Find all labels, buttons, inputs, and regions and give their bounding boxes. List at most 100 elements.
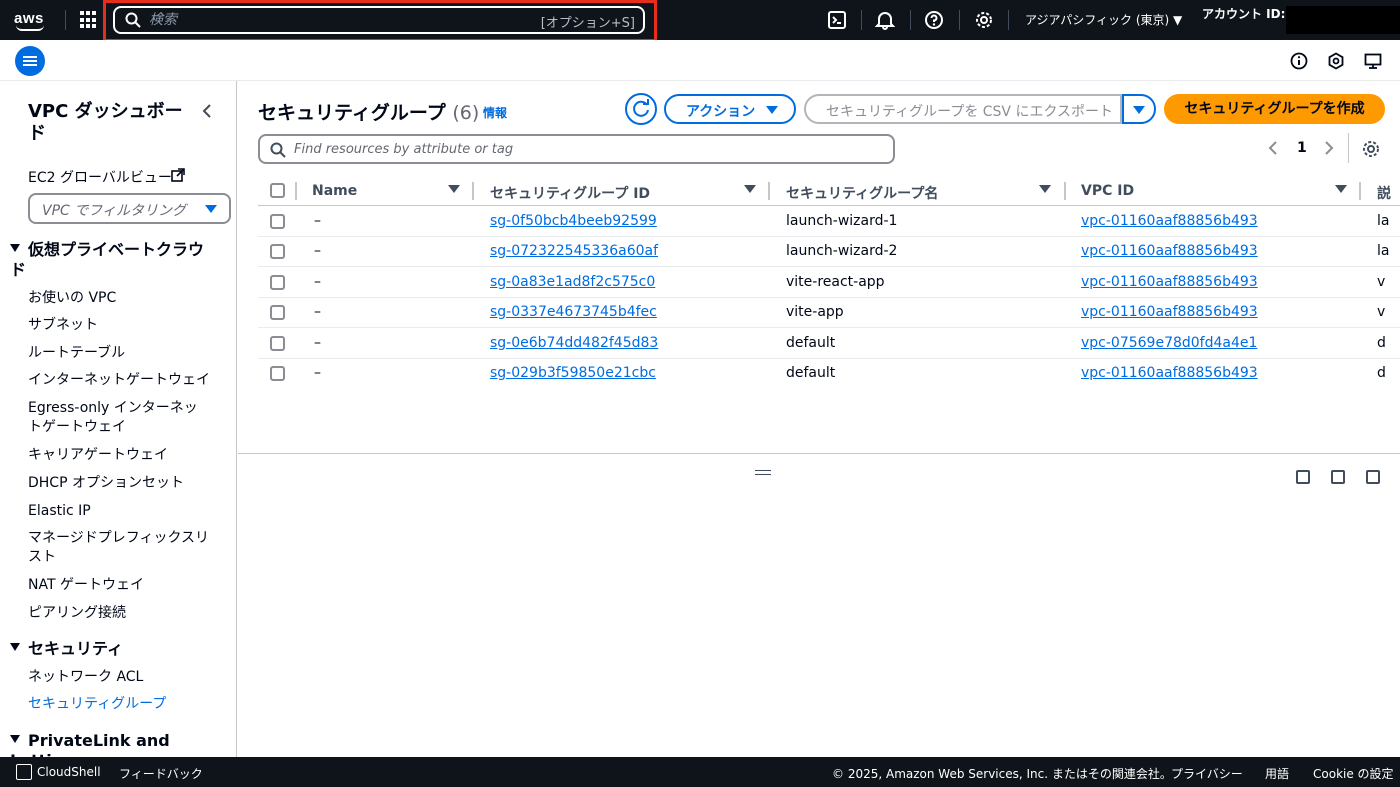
settings-gear-icon[interactable] <box>974 10 994 30</box>
sidebar-item-carrier-gateways[interactable]: キャリアゲートウェイ <box>28 446 218 465</box>
cell-vpc-id-link[interactable]: vpc-07569e78d0fd4a4e1 <box>1081 335 1257 351</box>
column-header-name[interactable]: Name <box>312 183 357 199</box>
resize-handle[interactable] <box>755 470 771 475</box>
divider <box>65 10 66 30</box>
sort-caret-icon[interactable] <box>1039 185 1051 193</box>
sidebar-item-egress-only-igw[interactable]: Egress-only インターネットゲートウェイ <box>28 399 208 437</box>
screen-feedback-icon[interactable] <box>1363 51 1383 71</box>
export-csv-button[interactable]: セキュリティグループを CSV にエクスポート <box>804 94 1122 124</box>
create-security-group-button[interactable]: セキュリティグループを作成 <box>1164 94 1385 124</box>
help-icon[interactable] <box>924 10 944 30</box>
account-label[interactable]: アカウント ID: <box>1202 5 1285 22</box>
footer-terms-link[interactable]: 用語 <box>1265 765 1289 782</box>
cell-name: – <box>314 243 321 259</box>
sidebar-item-dhcp-option-sets[interactable]: DHCP オプションセット <box>28 474 218 493</box>
sidebar-item-peering-connections[interactable]: ピアリング接続 <box>28 604 218 623</box>
sidebar-section-privatelink[interactable]: PrivateLink and Lattice <box>10 731 236 757</box>
chevron-left-icon[interactable] <box>1268 141 1278 155</box>
cell-sg-id-link[interactable]: sg-072322545336a60af <box>490 243 658 259</box>
vpc-filter-select[interactable]: VPC でフィルタリング <box>28 193 231 224</box>
table-row[interactable]: – sg-0f50bcb4beeb92599 launch-wizard-1 v… <box>258 207 1400 237</box>
footer-cloudshell-link[interactable]: CloudShell <box>37 765 101 779</box>
search-input[interactable] <box>149 10 529 30</box>
sidebar-item-network-acls[interactable]: ネットワーク ACL <box>28 668 218 687</box>
table-row[interactable]: – sg-0a83e1ad8f2c575c0 vite-react-app vp… <box>258 268 1400 298</box>
row-checkbox[interactable] <box>270 244 285 259</box>
footer-cookie-link[interactable]: Cookie の設定 <box>1313 765 1394 782</box>
cell-vpc-id-link[interactable]: vpc-01160aaf88856b493 <box>1081 365 1258 381</box>
notifications-bell-icon[interactable] <box>875 10 895 30</box>
cell-sg-id-link[interactable]: sg-0337e4673745b4fec <box>490 304 657 320</box>
sidebar-item-subnets[interactable]: サブネット <box>28 316 218 335</box>
services-grid-icon[interactable] <box>80 11 98 29</box>
footer-privacy-link[interactable]: プライバシー <box>1171 765 1243 782</box>
sidebar-section-security[interactable]: セキュリティ <box>10 639 123 659</box>
divider <box>959 10 960 30</box>
panel-side-icon[interactable] <box>1331 470 1345 484</box>
row-checkbox[interactable] <box>270 214 285 229</box>
security-hexagon-icon[interactable] <box>1326 51 1346 71</box>
sidebar-item-nat-gateways[interactable]: NAT ゲートウェイ <box>28 576 218 595</box>
cell-description: la <box>1377 243 1390 259</box>
row-checkbox[interactable] <box>270 336 285 351</box>
table-row[interactable]: – sg-0337e4673745b4fec vite-app vpc-0116… <box>258 298 1400 328</box>
global-search[interactable]: [オプション+S] <box>113 6 645 34</box>
row-checkbox[interactable] <box>270 275 285 290</box>
info-link[interactable]: 情報 <box>483 104 507 121</box>
actions-button[interactable]: アクション <box>664 94 796 124</box>
sort-caret-icon[interactable] <box>448 185 460 193</box>
sidebar-title[interactable]: VPC ダッシュボード <box>28 101 188 145</box>
region-selector[interactable]: アジアパシフィック (東京) ▼ <box>1025 11 1182 28</box>
aws-logo[interactable]: aws <box>14 8 50 32</box>
side-navigation-toggle[interactable] <box>15 46 45 76</box>
cell-sg-id-link[interactable]: sg-0a83e1ad8f2c575c0 <box>490 274 655 290</box>
export-dropdown-button[interactable] <box>1122 94 1156 124</box>
footer: CloudShell フィードバック © 2025, Amazon Web Se… <box>0 757 1400 787</box>
chevron-right-icon[interactable] <box>1324 141 1334 155</box>
cell-vpc-id-link[interactable]: vpc-01160aaf88856b493 <box>1081 213 1258 229</box>
column-header-sg-name[interactable]: セキュリティグループ名 <box>786 183 938 203</box>
current-page[interactable]: 1 <box>1297 140 1307 156</box>
cloudshell-icon[interactable] <box>827 10 847 30</box>
chevron-left-icon[interactable] <box>201 103 213 119</box>
select-all-checkbox[interactable] <box>270 183 285 198</box>
cloudshell-icon[interactable] <box>16 764 32 780</box>
sidebar-item-your-vpcs[interactable]: お使いの VPC <box>28 289 218 308</box>
table-row[interactable]: – sg-072322545336a60af launch-wizard-2 v… <box>258 237 1400 267</box>
cell-sg-id-link[interactable]: sg-0f50bcb4beeb92599 <box>490 213 657 229</box>
row-checkbox[interactable] <box>270 305 285 320</box>
external-link-icon[interactable] <box>171 168 185 182</box>
sidebar-item-elastic-ip[interactable]: Elastic IP <box>28 502 218 521</box>
cell-vpc-id-link[interactable]: vpc-01160aaf88856b493 <box>1081 243 1258 259</box>
cell-name: – <box>314 213 321 229</box>
cell-sg-id-link[interactable]: sg-0e6b74dd482f45d83 <box>490 335 658 351</box>
cell-name: – <box>314 274 321 290</box>
cell-sg-id-link[interactable]: sg-029b3f59850e21cbc <box>490 365 656 381</box>
refresh-button[interactable] <box>625 93 657 125</box>
cell-vpc-id-link[interactable]: vpc-01160aaf88856b493 <box>1081 274 1258 290</box>
panel-bottom-icon[interactable] <box>1296 470 1310 484</box>
sidebar-item-ec2-global-view[interactable]: EC2 グローバルビュー <box>28 167 172 187</box>
panel-full-icon[interactable] <box>1366 470 1380 484</box>
table-row[interactable]: – sg-0e6b74dd482f45d83 default vpc-07569… <box>258 329 1400 359</box>
table-preferences-gear-icon[interactable] <box>1361 139 1381 159</box>
column-header-vpc-id[interactable]: VPC ID <box>1081 183 1134 199</box>
cell-vpc-id-link[interactable]: vpc-01160aaf88856b493 <box>1081 304 1258 320</box>
sidebar-item-internet-gateways[interactable]: インターネットゲートウェイ <box>28 371 218 390</box>
resource-filter-input[interactable] <box>294 140 874 158</box>
cell-sg-name: launch-wizard-2 <box>786 243 898 259</box>
sidebar-section-vpc[interactable]: 仮想プライベートクラウド <box>10 240 210 280</box>
row-checkbox[interactable] <box>270 366 285 381</box>
sort-caret-icon[interactable] <box>744 185 756 193</box>
sidebar-item-managed-prefix-lists[interactable]: マネージドプレフィックスリスト <box>28 529 213 567</box>
resource-filter[interactable] <box>258 134 895 164</box>
column-header-description[interactable]: 説 <box>1377 183 1391 203</box>
footer-feedback-link[interactable]: フィードバック <box>119 765 203 782</box>
info-panel-icon[interactable] <box>1289 51 1309 71</box>
column-header-sg-id[interactable]: セキュリティグループ ID <box>490 183 650 203</box>
sidebar-item-route-tables[interactable]: ルートテーブル <box>28 344 218 363</box>
sort-caret-icon[interactable] <box>1335 185 1347 193</box>
redacted-account-id <box>1286 6 1400 34</box>
table-row[interactable]: – sg-029b3f59850e21cbc default vpc-01160… <box>258 359 1400 389</box>
sidebar-item-security-groups[interactable]: セキュリティグループ <box>28 695 218 714</box>
